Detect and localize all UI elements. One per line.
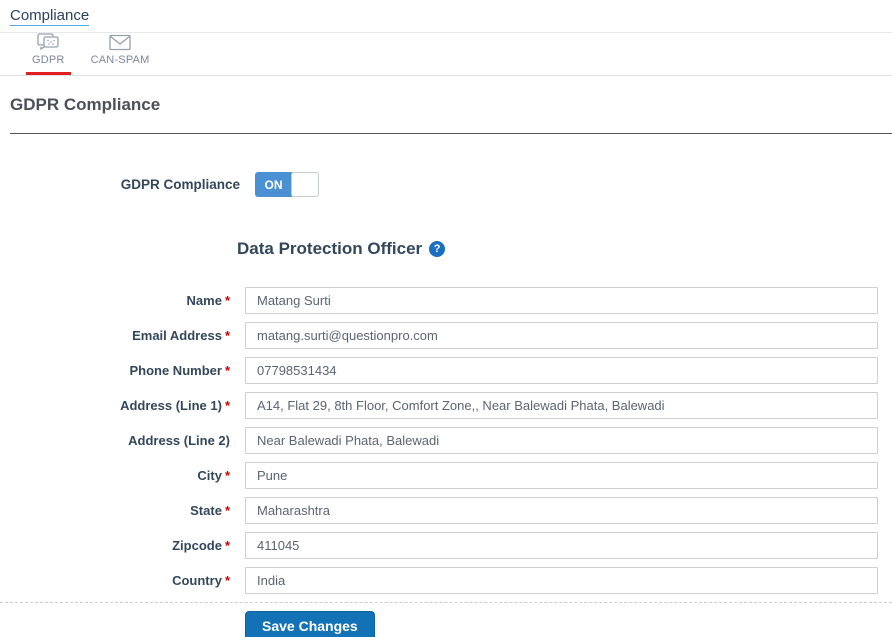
address-line1-label: Address (Line 1) * — [120, 398, 230, 413]
form-row-name: Name * — [0, 287, 892, 314]
dpo-section-header: Data Protection Officer ? — [237, 239, 892, 259]
state-label: State * — [190, 503, 230, 518]
email-field[interactable] — [245, 322, 878, 349]
tab-gdpr-label: GDPR — [32, 54, 65, 66]
dpo-section-title: Data Protection Officer — [237, 239, 423, 258]
address-line2-label: Address (Line 2) — [128, 433, 230, 448]
toggle-knob[interactable] — [291, 172, 319, 197]
form-row-state: State * — [0, 497, 892, 524]
footer-divider — [0, 602, 892, 603]
gdpr-compliance-toggle[interactable]: ON — [255, 172, 319, 197]
gdpr-icon — [36, 33, 60, 51]
city-field[interactable] — [245, 462, 878, 489]
gdpr-toggle-row: GDPR Compliance ON — [0, 172, 892, 197]
save-button[interactable]: Save Changes — [245, 611, 375, 637]
zipcode-label: Zipcode * — [172, 538, 230, 553]
form-row-address-line2: Address (Line 2) — [0, 427, 892, 454]
required-marker: * — [224, 328, 230, 343]
tab-gdpr[interactable]: GDPR — [26, 29, 71, 75]
required-marker: * — [224, 398, 230, 413]
state-field[interactable] — [245, 497, 878, 524]
city-label: City * — [197, 468, 230, 483]
compliance-link[interactable]: Compliance — [10, 7, 90, 26]
envelope-icon — [108, 33, 132, 51]
address-line2-field[interactable] — [245, 427, 878, 454]
required-marker: * — [224, 468, 230, 483]
tab-can-spam[interactable]: CAN-SPAM — [85, 29, 156, 75]
form-row-address-line1: Address (Line 1) * — [0, 392, 892, 419]
address-line1-field[interactable] — [245, 392, 878, 419]
name-label: Name * — [186, 293, 230, 308]
title-divider — [10, 133, 892, 134]
form-row-country: Country * — [0, 567, 892, 594]
form-row-phone: Phone Number * — [0, 357, 892, 384]
required-marker: * — [224, 573, 230, 588]
required-marker: * — [224, 503, 230, 518]
help-question-icon[interactable]: ? — [429, 241, 446, 257]
dpo-form: Name* Email Address* Phone Number* Addre… — [0, 287, 892, 594]
form-row-zipcode: Zipcode * — [0, 532, 892, 559]
name-field[interactable] — [245, 287, 878, 314]
toggle-on-state: ON — [255, 172, 292, 197]
tab-bar: GDPR CAN-SPAM — [0, 33, 892, 76]
tab-can-spam-label: CAN-SPAM — [90, 54, 150, 66]
form-row-city: City * — [0, 462, 892, 489]
country-label: Country * — [172, 573, 230, 588]
required-marker: * — [224, 538, 230, 553]
country-field[interactable] — [245, 567, 878, 594]
phone-label: Phone Number * — [129, 363, 230, 378]
gdpr-toggle-label: GDPR Compliance — [120, 177, 240, 192]
required-marker: * — [224, 293, 230, 308]
email-label: Email Address * — [132, 328, 230, 343]
zipcode-field[interactable] — [245, 532, 878, 559]
form-row-email: Email Address * — [0, 322, 892, 349]
page-title: GDPR Compliance — [10, 95, 161, 114]
phone-field[interactable] — [245, 357, 878, 384]
required-marker: * — [224, 363, 230, 378]
